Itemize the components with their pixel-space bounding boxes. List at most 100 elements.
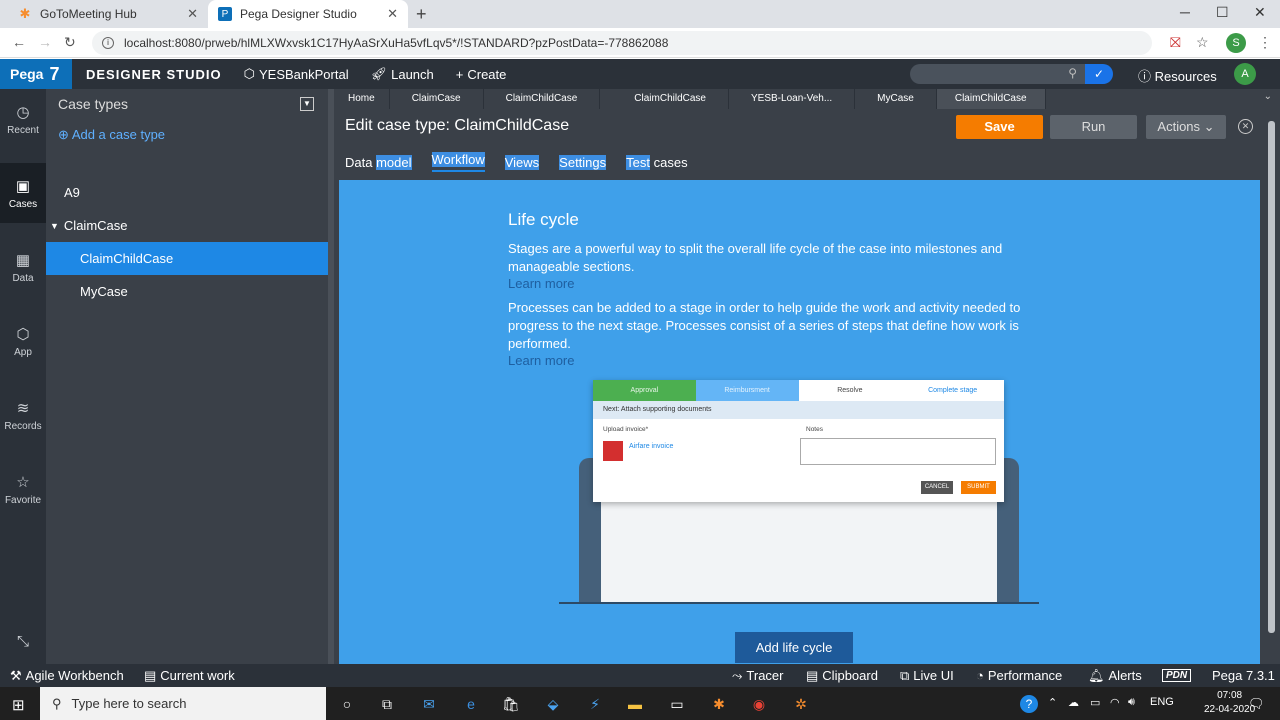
clock-icon: ◷	[16, 104, 30, 121]
notifications-icon[interactable]: 🗨︎	[1248, 696, 1265, 712]
task-view-icon[interactable]: ⧉	[378, 695, 396, 713]
browser-tab-pega[interactable]: P Pega Designer Studio ✕	[208, 0, 408, 28]
tree-item-claimchildcase[interactable]: ClaimChildCase	[46, 242, 328, 275]
close-icon[interactable]: ✕	[187, 6, 198, 22]
nav-recent[interactable]: ◷ Recent	[0, 89, 46, 149]
explorer-menu-icon[interactable]: ▼	[300, 97, 314, 111]
terminal-icon[interactable]: ▭	[668, 695, 686, 713]
new-tab-icon[interactable]: +	[416, 4, 427, 25]
close-icon[interactable]: ✕	[387, 6, 398, 22]
nav-app[interactable]: ⬡ App	[0, 311, 46, 371]
live-ui-button[interactable]: ⧉ Live UI	[900, 668, 954, 684]
gauge-icon: ◔	[976, 668, 984, 683]
tabs-overflow-icon[interactable]: ⌄	[1264, 91, 1272, 102]
extension-icon[interactable]: ⛝	[1170, 34, 1181, 51]
forward-icon[interactable]: →	[38, 34, 52, 50]
actions-button[interactable]: Actions ⌄	[1146, 115, 1226, 139]
gotomeeting-icon: ✱	[19, 6, 31, 21]
resources-menu[interactable]: ⓘ Resources	[1138, 66, 1217, 85]
nav-favorite[interactable]: ☆ Favorite	[0, 459, 46, 519]
tracer-label: Tracer	[746, 668, 784, 683]
agile-workbench-button[interactable]: ⚒ Agile Workbench	[10, 668, 124, 684]
dropbox-icon[interactable]: ⬙	[544, 695, 562, 713]
tab-settings[interactable]: Settings	[559, 154, 607, 170]
gotomeeting-icon[interactable]: ✱	[710, 695, 728, 713]
windows-start-icon[interactable]: ⊞	[12, 696, 25, 714]
cloud-icon[interactable]: ☁	[1068, 696, 1079, 709]
info-icon: ⓘ	[1138, 69, 1152, 84]
work-tab[interactable]: MyCase	[855, 89, 937, 109]
tab-views[interactable]: Views	[504, 154, 540, 170]
tree-item-claimcase[interactable]: ▼ ClaimCase	[46, 209, 328, 242]
performance-button[interactable]: ◔ Performance	[976, 668, 1062, 683]
alerts-button[interactable]: 🔔︎ Alerts	[1088, 668, 1142, 684]
learn-more-link-1[interactable]: Learn more	[508, 276, 574, 291]
add-case-type-link[interactable]: ⊕ Add a case type	[58, 127, 165, 143]
app-switcher[interactable]: ⬡ YESBankPortal	[244, 66, 349, 82]
cortana-icon[interactable]: ○	[338, 695, 356, 713]
battery-icon[interactable]: ▭	[1090, 696, 1100, 709]
add-life-cycle-button[interactable]: Add life cycle	[735, 632, 853, 663]
store-icon[interactable]: 🛍︎	[502, 695, 520, 713]
create-menu[interactable]: + Create	[456, 67, 507, 82]
search-submit-button[interactable]: ✓	[1085, 64, 1113, 84]
caret-down-icon[interactable]: ▼	[50, 221, 59, 231]
wifi-icon[interactable]: ◠	[1110, 696, 1120, 709]
language-indicator[interactable]: ENG	[1150, 696, 1174, 708]
run-button[interactable]: Run	[1050, 115, 1137, 139]
pdn-button[interactable]: PDN	[1162, 669, 1192, 682]
close-icon[interactable]: ✕	[1238, 119, 1253, 134]
pega-logo[interactable]: Pega 7	[0, 59, 72, 89]
info-icon[interactable]: i	[102, 37, 114, 49]
nav-records[interactable]: ≋ Records	[0, 385, 46, 445]
taskbar-search-input[interactable]: ⚲ Type here to search	[40, 687, 326, 720]
menu-icon[interactable]: ⋮	[1258, 34, 1272, 51]
cube-icon: ⬡	[243, 66, 255, 81]
work-tab[interactable]: ClaimCase	[390, 89, 484, 109]
browser-tab-gotomeeting[interactable]: ✱ GoToMeeting Hub ✕	[8, 0, 208, 28]
search-input[interactable]: ⚲	[910, 64, 1085, 84]
profile-avatar[interactable]: S	[1226, 33, 1246, 53]
maximize-icon[interactable]: ☐	[1216, 4, 1229, 21]
minimize-icon[interactable]: ─	[1180, 4, 1190, 20]
learn-more-link-2[interactable]: Learn more	[508, 353, 574, 368]
chevron-up-icon[interactable]: ⌃	[1048, 696, 1057, 709]
file-explorer-icon[interactable]: ▬	[626, 695, 644, 713]
back-icon[interactable]: ←	[12, 34, 26, 50]
gotomeeting-app-icon[interactable]: ✲	[792, 695, 810, 713]
left-nav: ◷ Recent ▣ Cases ▦ Data ⬡ App ≋ Records ☆ Favo…	[0, 89, 46, 664]
work-tabs: Home ClaimCase ClaimChildCase ClaimChild…	[334, 89, 1280, 109]
chrome-icon[interactable]: ◉	[750, 695, 768, 713]
tab-workflow[interactable]: Workflow	[431, 152, 485, 172]
nav-data[interactable]: ▦ Data	[0, 237, 46, 297]
current-work-button[interactable]: ▤ Current work	[144, 668, 235, 684]
tab-text: cases	[650, 154, 688, 170]
url-field[interactable]: i localhost:8080/prweb/hlMLXWxvsk1C17HyA…	[92, 31, 1152, 55]
operator-avatar[interactable]: A	[1234, 63, 1256, 85]
help-icon[interactable]: ?	[1020, 695, 1038, 713]
work-tab[interactable]: ClaimChildCase	[484, 89, 601, 109]
tree-item-mycase[interactable]: MyCase	[46, 275, 328, 308]
work-tab-active[interactable]: ClaimChildCase	[936, 89, 1046, 109]
clipboard-button[interactable]: ▤ Clipboard	[806, 668, 878, 684]
work-tab-home[interactable]: Home	[334, 89, 390, 109]
edge-icon[interactable]: e	[462, 695, 480, 713]
vscode-icon[interactable]: ⚡︎	[586, 695, 604, 713]
window-close-icon[interactable]: ✕	[1254, 4, 1266, 21]
save-button[interactable]: Save	[956, 115, 1043, 139]
mail-icon[interactable]: ✉	[420, 695, 438, 713]
work-tab[interactable]: YESB-Loan-Veh...	[729, 89, 856, 109]
tracer-button[interactable]: ⤳ Tracer	[732, 668, 783, 684]
tab-test-cases[interactable]: Test cases	[626, 154, 688, 170]
scrollbar-thumb[interactable]	[1268, 121, 1275, 633]
work-tab[interactable]: ClaimChildCase	[600, 89, 729, 109]
nav-cases[interactable]: ▣ Cases	[0, 163, 46, 223]
tab-data-model[interactable]: Data model	[345, 154, 412, 170]
launch-menu[interactable]: 🚀︎ Launch	[371, 66, 434, 82]
notes-label: Notes	[806, 426, 823, 433]
tree-item-a9[interactable]: A9	[46, 176, 328, 209]
bookmark-star-icon[interactable]: ☆	[1196, 34, 1209, 51]
search-icon[interactable]: ⚲	[1068, 66, 1077, 80]
volume-icon[interactable]: 🔊︎	[1128, 696, 1135, 709]
reload-icon[interactable]: ↻	[64, 34, 76, 51]
